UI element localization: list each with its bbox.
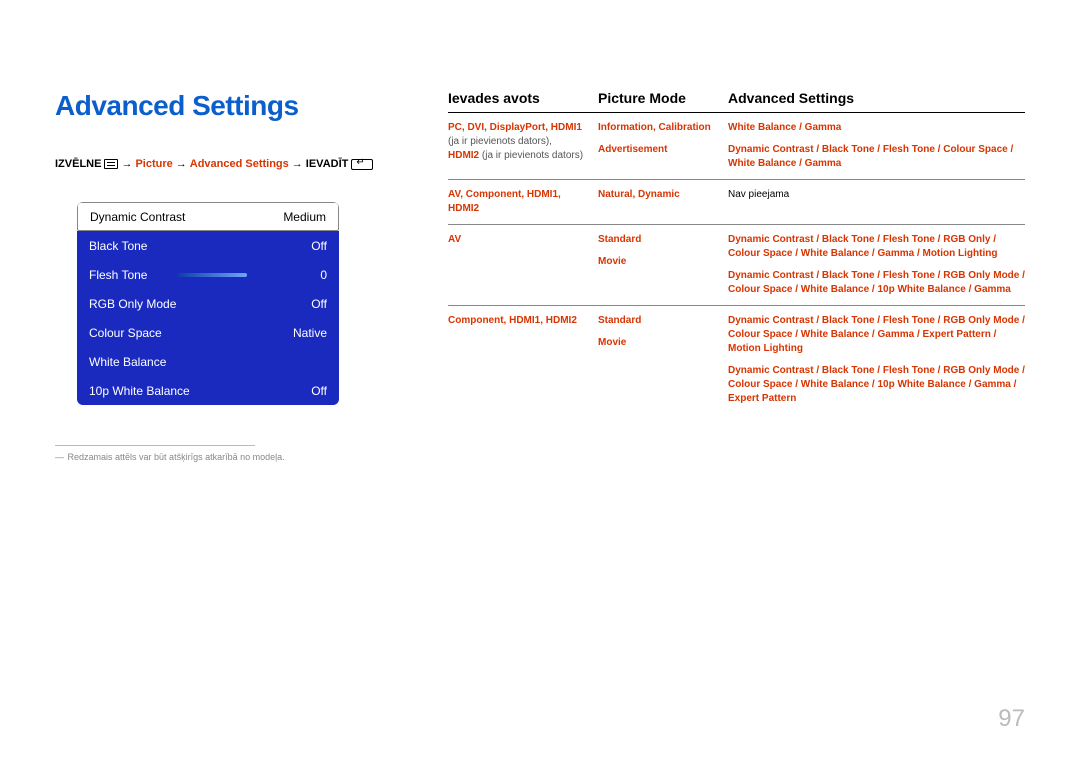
setting-value: Off bbox=[311, 297, 327, 311]
col-header-mode: Picture Mode bbox=[598, 90, 728, 106]
footnote-rule bbox=[55, 445, 255, 446]
mode-text: Standard bbox=[598, 314, 720, 328]
setting-row[interactable]: White Balance bbox=[77, 347, 339, 376]
setting-row[interactable]: Black Tone Off bbox=[77, 231, 339, 260]
mode-text: Movie bbox=[598, 255, 720, 269]
adv-cell: Dynamic Contrast / Black Tone / Flesh To… bbox=[728, 314, 1025, 406]
breadcrumb-adv: Advanced Settings bbox=[190, 158, 289, 170]
source-cell: PC, DVI, DisplayPort, HDMI1(ja ir pievie… bbox=[448, 121, 598, 163]
page-title: Advanced Settings bbox=[55, 90, 400, 122]
setting-label: Black Tone bbox=[89, 239, 147, 253]
mode-text: Movie bbox=[598, 336, 720, 350]
source-cell: AV, Component, HDMI1, HDMI2 bbox=[448, 188, 598, 216]
arrow-icon: → bbox=[121, 158, 132, 170]
breadcrumb-menu: IZVĒLNE bbox=[55, 158, 101, 170]
source-text: Component, HDMI1, HDMI2 bbox=[448, 314, 590, 328]
mode-text: Information, Calibration bbox=[598, 121, 720, 135]
mode-text: Advertisement bbox=[598, 143, 720, 157]
settings-box: Dynamic Contrast Medium Black Tone Off Flesh… bbox=[77, 202, 339, 405]
page-number: 97 bbox=[998, 705, 1025, 733]
setting-row[interactable]: Dynamic Contrast Medium bbox=[77, 202, 339, 231]
breadcrumb: IZVĒLNE → Picture → Advanced Settings → … bbox=[55, 158, 400, 170]
setting-value: 0 bbox=[320, 268, 327, 282]
setting-label: 10p White Balance bbox=[89, 384, 190, 398]
mode-cell: Standard Movie bbox=[598, 314, 728, 350]
mode-cell: Standard Movie bbox=[598, 233, 728, 269]
source-sub: (ja ir pievienots dators), bbox=[448, 135, 590, 149]
adv-text: Dynamic Contrast / Black Tone / Flesh To… bbox=[728, 233, 1025, 261]
setting-label: Flesh Tone bbox=[89, 268, 147, 282]
source-cell: Component, HDMI1, HDMI2 bbox=[448, 314, 598, 328]
footnote: ― Redzamais attēls var būt atšķirīgs atk… bbox=[55, 452, 400, 462]
table-row: AV Standard Movie Dynamic Contrast / Black … bbox=[448, 225, 1025, 306]
setting-label: Colour Space bbox=[89, 326, 162, 340]
adv-text: Dynamic Contrast / Black Tone / Flesh To… bbox=[728, 364, 1025, 406]
adv-text: Dynamic Contrast / Black Tone / Flesh To… bbox=[728, 269, 1025, 297]
col-header-source: Ievades avots bbox=[448, 90, 598, 106]
adv-cell: Nav pieejama bbox=[728, 188, 1025, 202]
setting-value: Native bbox=[293, 326, 327, 340]
setting-label: Dynamic Contrast bbox=[90, 210, 185, 224]
mode-text: Standard bbox=[598, 233, 720, 247]
adv-text: Dynamic Contrast / Black Tone / Flesh To… bbox=[728, 314, 1025, 356]
setting-label: RGB Only Mode bbox=[89, 297, 176, 311]
breadcrumb-picture: Picture bbox=[135, 158, 172, 170]
mode-cell: Information, Calibration Advertisement bbox=[598, 121, 728, 157]
setting-row[interactable]: RGB Only Mode Off bbox=[77, 289, 339, 318]
table-row: Component, HDMI1, HDMI2 Standard Movie Dyna… bbox=[448, 306, 1025, 414]
col-header-adv: Advanced Settings bbox=[728, 90, 1025, 106]
setting-label: White Balance bbox=[89, 355, 166, 369]
adv-text: White Balance / Gamma bbox=[728, 121, 1025, 135]
setting-row[interactable]: Flesh Tone 0 bbox=[77, 260, 339, 289]
setting-value: Off bbox=[311, 384, 327, 398]
source-text: AV, Component, HDMI1, HDMI2 bbox=[448, 188, 590, 216]
footnote-dash: ― bbox=[55, 452, 65, 462]
setting-value: Medium bbox=[283, 210, 326, 224]
source-text: PC, DVI, DisplayPort, HDMI1 bbox=[448, 121, 590, 135]
setting-row[interactable]: 10p White Balance Off bbox=[77, 376, 339, 405]
arrow-icon: → bbox=[176, 158, 187, 170]
enter-icon bbox=[351, 159, 373, 170]
setting-row[interactable]: Colour Space Native bbox=[77, 318, 339, 347]
menu-icon bbox=[104, 159, 118, 169]
breadcrumb-enter: IEVADĪT bbox=[306, 158, 349, 170]
adv-cell: White Balance / Gamma Dynamic Contrast / … bbox=[728, 121, 1025, 171]
table-row: AV, Component, HDMI1, HDMI2 Natural, Dyna… bbox=[448, 180, 1025, 225]
source-cell: AV bbox=[448, 233, 598, 247]
mode-text: Natural, Dynamic bbox=[598, 188, 720, 202]
arrow-icon: → bbox=[292, 158, 303, 170]
source-text: AV bbox=[448, 233, 590, 247]
table-row: PC, DVI, DisplayPort, HDMI1(ja ir pievie… bbox=[448, 113, 1025, 180]
footnote-text: Redzamais attēls var būt atšķirīgs atkar… bbox=[68, 452, 285, 462]
setting-value: Off bbox=[311, 239, 327, 253]
adv-cell: Dynamic Contrast / Black Tone / Flesh To… bbox=[728, 233, 1025, 297]
slider-track bbox=[177, 273, 247, 277]
adv-text: Dynamic Contrast / Black Tone / Flesh To… bbox=[728, 143, 1025, 171]
adv-text: Nav pieejama bbox=[728, 188, 1025, 202]
source-sub2: HDMI2 (ja ir pievienots dators) bbox=[448, 149, 590, 163]
mode-cell: Natural, Dynamic bbox=[598, 188, 728, 202]
